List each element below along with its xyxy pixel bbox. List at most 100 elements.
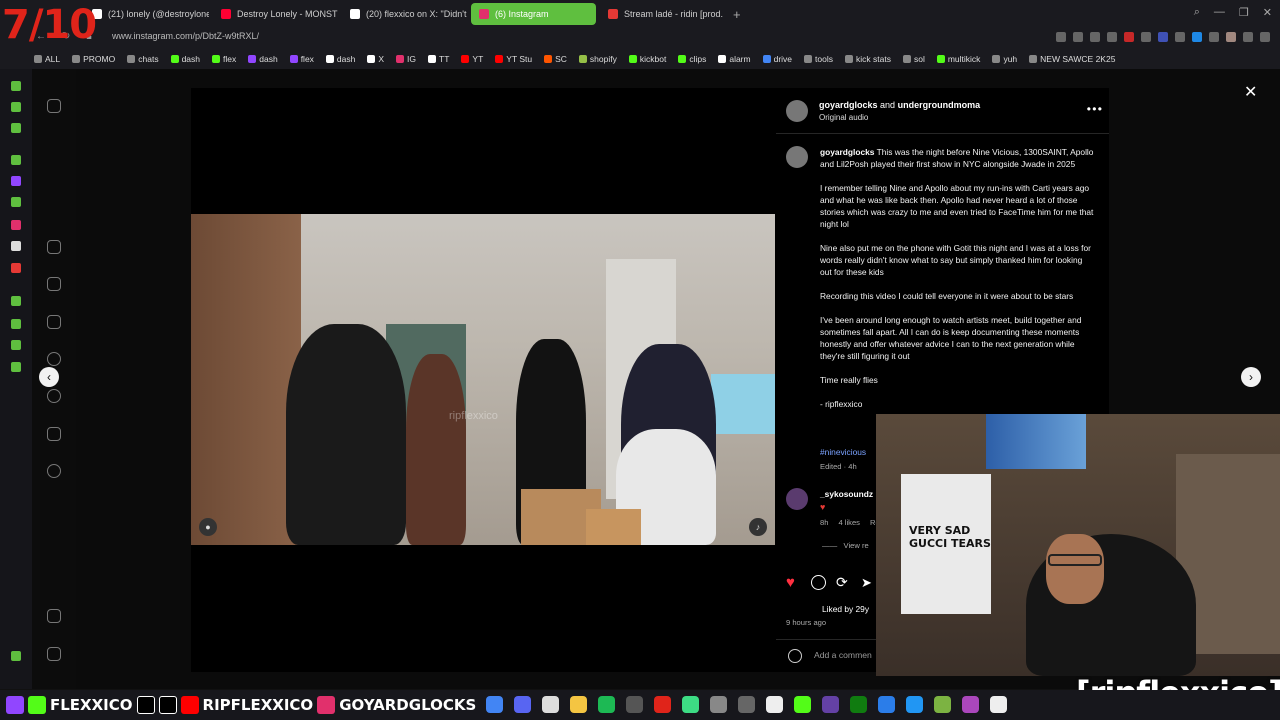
bookmark-item[interactable]: PROMO (72, 54, 115, 64)
bookmark-item[interactable]: flex (289, 54, 314, 64)
comment-input[interactable]: Add a commen (814, 650, 872, 660)
android-icon[interactable] (682, 696, 699, 713)
bookmark-item[interactable]: drive (762, 54, 792, 64)
sidebar-icon[interactable] (11, 340, 21, 350)
app-icon[interactable] (962, 696, 979, 713)
view-replies-link[interactable]: —— View re (822, 541, 869, 550)
user-tag-icon[interactable]: ● (199, 518, 217, 536)
twitch-icon[interactable] (11, 176, 21, 186)
repost-icon[interactable]: ⟳ (836, 575, 851, 590)
bookmark-item[interactable]: dash (170, 54, 200, 64)
openai-icon[interactable] (542, 696, 559, 713)
photos-icon[interactable] (906, 696, 923, 713)
bookmark-item[interactable]: multikick (936, 54, 980, 64)
app-icon[interactable] (934, 696, 951, 713)
spotify-icon[interactable] (598, 696, 615, 713)
search-icon[interactable]: ⌕ (1194, 6, 1200, 19)
hashtags[interactable]: #ninevicious (820, 447, 866, 457)
extension-icon[interactable] (1158, 32, 1168, 42)
url-field[interactable]: www.instagram.com/p/DbtZ-w9tRXL/ (112, 31, 259, 41)
restore-icon[interactable]: ❐ (1239, 6, 1249, 19)
play-icon[interactable] (1090, 32, 1100, 42)
app-icon[interactable] (710, 696, 727, 713)
sidebar-icon[interactable] (11, 155, 21, 165)
comment-icon[interactable] (811, 575, 826, 590)
bookmark-item[interactable]: IG (396, 54, 416, 64)
sidebar-icon[interactable] (11, 296, 21, 306)
bookmark-item[interactable]: kick stats (845, 54, 891, 64)
home-icon[interactable] (47, 240, 61, 254)
profile-icon[interactable] (47, 464, 61, 478)
tab-youtube[interactable]: Destroy Lonely - MONSTER (213, 3, 338, 25)
extension-icon[interactable] (1192, 32, 1202, 42)
extension-icon[interactable] (1209, 32, 1219, 42)
bookmark-item[interactable]: dash (325, 54, 355, 64)
sidebar-icon[interactable] (11, 123, 21, 133)
steam-icon[interactable] (626, 696, 643, 713)
download-icon[interactable] (1243, 32, 1253, 42)
screenshot-icon[interactable] (1073, 32, 1083, 42)
youtube-icon[interactable] (11, 263, 21, 273)
next-post-button[interactable]: › (1241, 367, 1261, 387)
xbox-icon[interactable] (850, 696, 867, 713)
close-icon[interactable]: ✕ (1244, 82, 1257, 102)
prev-post-button[interactable]: ‹ (39, 367, 59, 387)
bookmark-item[interactable]: alarm (718, 54, 751, 64)
sidebar-icon[interactable] (11, 197, 21, 207)
heart-icon[interactable]: ♥ (786, 575, 801, 590)
bookmark-item[interactable]: TT (428, 54, 449, 64)
liked-by[interactable]: Liked by 29y (822, 604, 869, 614)
avatar[interactable] (786, 100, 808, 122)
search-icon[interactable] (47, 352, 61, 366)
chrome-icon[interactable] (486, 696, 503, 713)
avatar[interactable] (786, 146, 808, 168)
notepad-icon[interactable] (878, 696, 895, 713)
heart-icon[interactable] (1107, 32, 1117, 42)
create-icon[interactable] (47, 427, 61, 441)
bookmark-item[interactable]: shopify (578, 54, 617, 64)
bookmark-icon[interactable] (1056, 32, 1066, 42)
audio-icon[interactable]: ♪ (749, 518, 767, 536)
bookmark-item[interactable]: YT Stu (495, 54, 532, 64)
bookmark-item[interactable]: SC (544, 54, 567, 64)
new-tab-button[interactable]: + (733, 7, 741, 22)
comment-username[interactable]: _sykosoundz (820, 489, 873, 499)
bookmark-item[interactable]: sol (902, 54, 925, 64)
bookmark-item[interactable]: kickbot (628, 54, 666, 64)
bookmark-item[interactable]: clips (678, 54, 706, 64)
sidebar-icon[interactable] (11, 81, 21, 91)
share-icon[interactable]: ➤ (861, 575, 876, 590)
extension-icon[interactable] (1124, 32, 1134, 42)
more-icon[interactable]: • • • (1087, 102, 1102, 116)
discord-icon[interactable] (514, 696, 531, 713)
bookmark-item[interactable]: YT (461, 54, 483, 64)
extension-icon[interactable] (1141, 32, 1151, 42)
audio-label[interactable]: Original audio (819, 113, 868, 122)
folder-icon[interactable] (570, 696, 587, 713)
bookmark-item[interactable]: chats (127, 54, 159, 64)
tab-stream[interactable]: Stream ladé - ridin [prod. h (600, 3, 725, 25)
menu-icon[interactable] (47, 609, 61, 623)
tab-destroylonely[interactable]: (21) lonely (@destroylonely (84, 3, 209, 25)
profile-icon[interactable] (1226, 32, 1236, 42)
heart-icon[interactable] (47, 389, 61, 403)
close-icon[interactable]: ✕ (1263, 6, 1272, 19)
sidebar-icon[interactable] (11, 102, 21, 112)
clock-icon[interactable] (11, 319, 21, 329)
instagram-icon[interactable] (11, 220, 21, 230)
bookmark-item[interactable]: tools (804, 54, 833, 64)
settings-icon[interactable] (11, 362, 21, 372)
post-authors[interactable]: goyardglocks and undergroundmoma (819, 100, 980, 110)
bookmark-item[interactable]: X (367, 54, 384, 64)
tab-instagram[interactable]: (6) Instagram (471, 3, 596, 25)
extension-icon[interactable] (1175, 32, 1185, 42)
tab-x-post[interactable]: (20) flexxico on X: "Didn't (342, 3, 467, 25)
x-icon[interactable] (11, 241, 21, 251)
opera-icon[interactable] (654, 696, 671, 713)
avatar[interactable] (786, 488, 808, 510)
instagram-icon[interactable] (47, 99, 61, 113)
bookmark-item[interactable]: NEW SAWCE 2K25 (1029, 54, 1115, 64)
app-icon[interactable] (738, 696, 755, 713)
apps-icon[interactable] (47, 647, 61, 661)
bookmark-item[interactable]: ALL (34, 54, 60, 64)
